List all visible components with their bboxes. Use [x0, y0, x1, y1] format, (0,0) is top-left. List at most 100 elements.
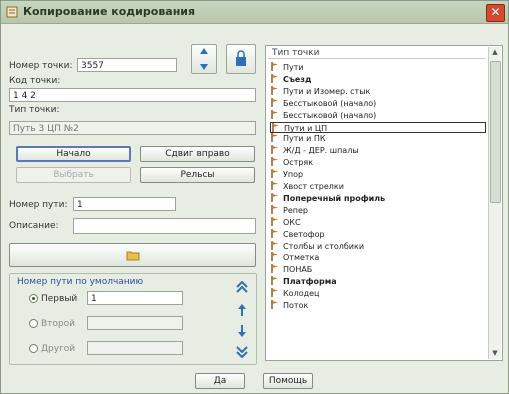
move-bottom-icon[interactable]: [235, 346, 249, 358]
list-item[interactable]: Пути: [270, 62, 486, 73]
point-type-icon: [271, 181, 278, 190]
scroll-thumb[interactable]: [490, 61, 501, 203]
list-item-label: Платформа: [283, 277, 337, 287]
radio-first-label: Первый: [41, 294, 78, 304]
list-item[interactable]: ПОНАБ: [270, 264, 486, 275]
list-item-label: Поток: [283, 301, 309, 310]
list-item[interactable]: Светофор: [270, 228, 486, 240]
up-down-arrows-icon: [200, 48, 208, 70]
start-button[interactable]: Начало: [16, 146, 131, 162]
list-item[interactable]: Бесстыковой (начало): [270, 97, 486, 109]
point-type-icon: [271, 73, 278, 83]
list-item-label: Столбы и столбики: [283, 241, 365, 251]
point-code-input[interactable]: 1 4 2: [9, 88, 256, 102]
point-type-icon: [271, 276, 278, 286]
list-item-label: ОКС: [283, 217, 301, 227]
move-top-icon[interactable]: [235, 281, 249, 293]
help-button[interactable]: Помощь: [263, 373, 313, 389]
point-type-icon: [271, 204, 278, 214]
open-folder-button[interactable]: [9, 243, 256, 267]
list-scrollbar[interactable]: ▲ ▼: [488, 47, 501, 359]
description-label: Описание:: [9, 221, 59, 231]
point-type-icon: [271, 228, 278, 238]
point-type-icon: [271, 300, 278, 309]
list-item[interactable]: Пути и ПК: [270, 133, 486, 144]
list-item[interactable]: Репер: [270, 204, 486, 216]
ok-button[interactable]: Да: [195, 373, 245, 389]
point-type-icon: [271, 133, 278, 143]
list-item-label: Пути и ПК: [283, 134, 326, 144]
point-code-label: Код точки:: [9, 76, 61, 86]
list-item-label: Пути: [283, 63, 304, 72]
list-item[interactable]: Остряк: [270, 157, 486, 168]
scroll-down-icon[interactable]: ▼: [489, 348, 501, 359]
point-type-icon: [271, 288, 278, 298]
list-item[interactable]: Колодец: [270, 288, 486, 299]
list-item[interactable]: Столбы и столбики: [270, 240, 486, 252]
list-item[interactable]: Упор: [270, 169, 486, 180]
list-item-label: Съезд: [283, 74, 312, 84]
track-number-input[interactable]: 1: [73, 197, 176, 211]
list-item[interactable]: Бесстыковой (начало): [270, 109, 486, 121]
list-item-label: Упор: [283, 170, 304, 180]
radio-other-label: Другой: [41, 344, 76, 354]
list-item-label: Хвост стрелки: [283, 182, 344, 191]
move-down-icon[interactable]: [237, 324, 247, 338]
list-item-label: Светофор: [283, 229, 325, 239]
list-item[interactable]: Хвост стрелки: [270, 181, 486, 192]
point-type-list[interactable]: Тип точки Пути Съезд Пути и Изомер. стык Бе…: [265, 45, 503, 361]
app-icon: [6, 6, 18, 18]
radio-other[interactable]: [29, 344, 38, 353]
list-item[interactable]: Пути и ЦП: [270, 121, 486, 133]
default-track-title: Номер пути по умолчанию: [17, 277, 144, 287]
shift-right-button[interactable]: Сдвиг вправо: [140, 146, 255, 162]
nav-updown-button[interactable]: [191, 44, 217, 74]
list-item-label: Ж/Д - ДЕР. шпалы: [283, 146, 359, 156]
point-type-icon: [271, 264, 278, 274]
list-item[interactable]: Пути и Изомер. стык: [270, 85, 486, 97]
description-input[interactable]: [73, 218, 256, 234]
radio-second-label: Второй: [41, 319, 75, 329]
list-item[interactable]: Платформа: [270, 276, 486, 287]
radio-second[interactable]: [29, 319, 38, 328]
lock-button[interactable]: [226, 44, 256, 74]
lock-icon: [236, 50, 246, 66]
point-number-input[interactable]: 3557: [77, 58, 177, 72]
rails-button[interactable]: Рельсы: [140, 167, 255, 183]
close-button[interactable]: ✕: [486, 4, 505, 22]
point-type-icon: [271, 145, 278, 155]
folder-icon: [126, 251, 139, 261]
point-type-icon: [271, 157, 278, 167]
move-up-icon[interactable]: [237, 303, 247, 317]
list-item-label: Бесстыковой (начало): [283, 98, 377, 108]
close-icon: ✕: [490, 5, 501, 19]
other-track-input: [87, 341, 183, 355]
point-type-icon: [271, 216, 278, 226]
first-track-input[interactable]: 1: [87, 291, 183, 305]
point-type-icon: [272, 122, 279, 132]
list-item[interactable]: Съезд: [270, 73, 486, 85]
list-item[interactable]: ОКС: [270, 216, 486, 228]
title-bar[interactable]: Копирование кодирования ✕: [1, 1, 508, 24]
radio-first[interactable]: [29, 294, 38, 303]
select-button[interactable]: Выбрать: [16, 167, 131, 183]
point-number-label: Номер точки:: [9, 61, 73, 71]
point-type-field: Путь 3 ЦП №2: [9, 121, 256, 135]
list-item-label: ПОНАБ: [283, 265, 313, 275]
list-item-label: Отметка: [283, 253, 320, 263]
list-header: Тип точки: [268, 47, 486, 59]
list-item-label: Поперечный профиль: [283, 193, 386, 203]
list-item-label: Репер: [283, 205, 308, 215]
list-item-label: Остряк: [283, 158, 314, 168]
scroll-up-icon[interactable]: ▲: [489, 47, 501, 58]
point-type-icon: [271, 192, 278, 202]
list-item[interactable]: Поток: [270, 300, 486, 311]
point-type-icon: [271, 252, 278, 262]
list-item[interactable]: Отметка: [270, 252, 486, 263]
point-type-icon: [271, 62, 278, 71]
list-item-label: Бесстыковой (начало): [283, 110, 377, 120]
point-type-icon: [271, 109, 278, 119]
copy-coding-dialog: Копирование кодирования ✕ Номер точки: 3…: [0, 0, 509, 394]
list-item[interactable]: Ж/Д - ДЕР. шпалы: [270, 145, 486, 156]
list-item[interactable]: Поперечный профиль: [270, 192, 486, 204]
